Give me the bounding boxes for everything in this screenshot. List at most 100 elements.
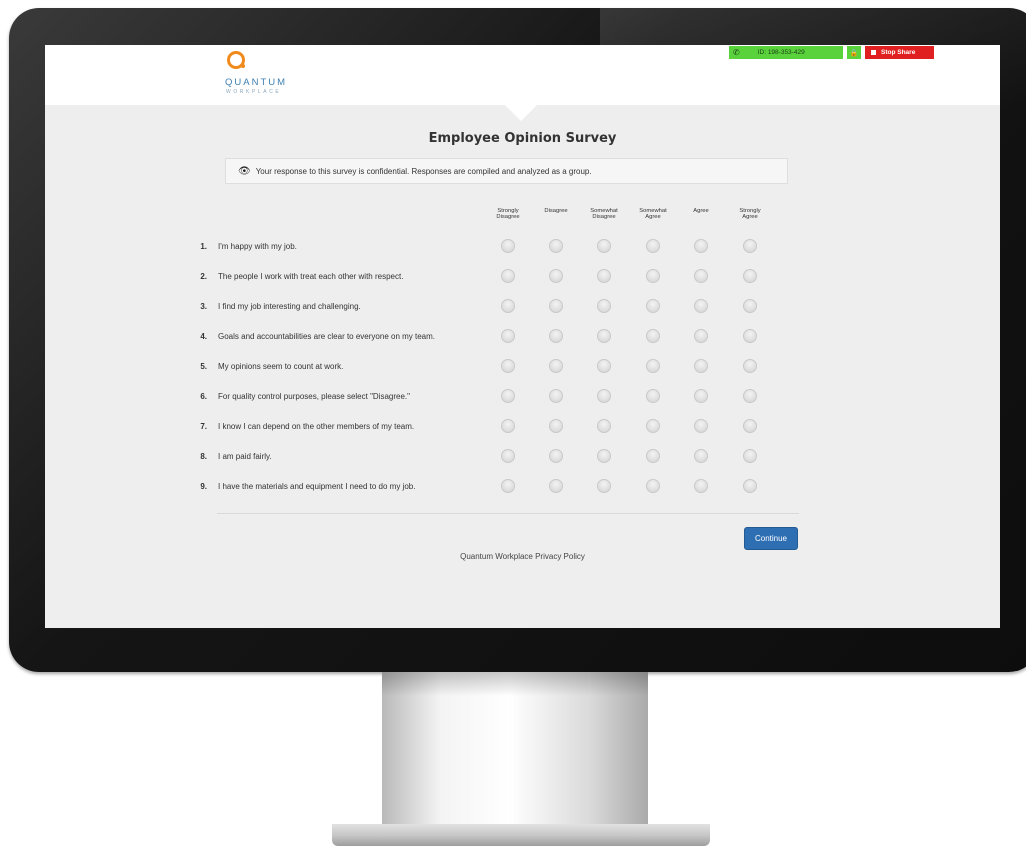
- stop-icon: [871, 50, 876, 55]
- question-row: 3. I find my job interesting and challeng…: [195, 297, 835, 317]
- question-number: 9.: [200, 482, 207, 491]
- rating-radio-0[interactable]: [501, 329, 515, 343]
- app-header: QUANTUM WORKPLACE ✆ ID: 198-353-429 🔒 St…: [45, 45, 1000, 105]
- question-number: 5.: [200, 362, 207, 371]
- logo-wordmark: QUANTUM: [225, 77, 288, 88]
- rating-radio-0[interactable]: [501, 449, 515, 463]
- rating-radio-2[interactable]: [597, 449, 611, 463]
- rating-radio-0[interactable]: [501, 479, 515, 493]
- rating-radio-4[interactable]: [694, 449, 708, 463]
- rating-radio-2[interactable]: [597, 299, 611, 313]
- quantum-workplace-logo[interactable]: QUANTUM WORKPLACE: [225, 49, 315, 101]
- rating-radio-1[interactable]: [549, 449, 563, 463]
- rating-radio-5[interactable]: [743, 329, 757, 343]
- rating-radio-2[interactable]: [597, 359, 611, 373]
- rating-radio-3[interactable]: [646, 389, 660, 403]
- rating-radio-2[interactable]: [597, 239, 611, 253]
- rating-radio-1[interactable]: [549, 329, 563, 343]
- rating-radio-4[interactable]: [694, 299, 708, 313]
- rating-radio-3[interactable]: [646, 239, 660, 253]
- logo-dot-icon: [241, 64, 245, 68]
- rating-radio-0[interactable]: [501, 389, 515, 403]
- question-text: My opinions seem to count at work.: [218, 362, 344, 371]
- question-text: I am paid fairly.: [218, 452, 272, 461]
- rating-radio-1[interactable]: [549, 299, 563, 313]
- rating-radio-5[interactable]: [743, 239, 757, 253]
- question-row: 1. I'm happy with my job.: [195, 237, 835, 257]
- rating-radio-2[interactable]: [597, 269, 611, 283]
- rating-radio-1[interactable]: [549, 479, 563, 493]
- rating-radio-1[interactable]: [549, 269, 563, 283]
- rating-radio-4[interactable]: [694, 269, 708, 283]
- rating-radio-1[interactable]: [549, 239, 563, 253]
- rating-radio-0[interactable]: [501, 269, 515, 283]
- question-number: 7.: [200, 422, 207, 431]
- rating-radio-5[interactable]: [743, 449, 757, 463]
- question-row: 5. My opinions seem to count at work.: [195, 357, 835, 377]
- rating-radio-4[interactable]: [694, 419, 708, 433]
- share-session-id: ✆ ID: 198-353-429: [729, 46, 843, 59]
- confidentiality-notice: 👁 Your response to this survey is confid…: [225, 158, 788, 184]
- question-text: I know I can depend on the other members…: [218, 422, 415, 431]
- stand-shadow: [382, 672, 648, 696]
- rating-radio-1[interactable]: [549, 359, 563, 373]
- survey-title: Employee Opinion Survey: [428, 131, 617, 146]
- question-number: 3.: [200, 302, 207, 311]
- rating-radio-5[interactable]: [743, 389, 757, 403]
- rating-radio-1[interactable]: [549, 419, 563, 433]
- question-row: 8. I am paid fairly.: [195, 447, 835, 467]
- scale-header-4: Agree: [693, 208, 709, 214]
- question-row: 7. I know I can depend on the other membe…: [195, 417, 835, 437]
- rating-radio-3[interactable]: [646, 359, 660, 373]
- stop-share-button[interactable]: Stop Share: [865, 46, 934, 59]
- screen-share-bar: ✆ ID: 198-353-429 🔒 Stop Share: [729, 46, 934, 59]
- rating-radio-4[interactable]: [694, 329, 708, 343]
- question-text: The people I work with treat each other …: [218, 272, 404, 281]
- question-text: I have the materials and equipment I nee…: [218, 482, 416, 491]
- rating-radio-3[interactable]: [646, 269, 660, 283]
- privacy-policy-link[interactable]: Quantum Workplace Privacy Policy: [45, 552, 1000, 561]
- header-pointer-notch: [505, 105, 537, 121]
- rating-radio-1[interactable]: [549, 389, 563, 403]
- question-text: I find my job interesting and challengin…: [218, 302, 361, 311]
- question-number: 2.: [200, 272, 207, 281]
- rating-radio-5[interactable]: [743, 299, 757, 313]
- rating-radio-2[interactable]: [597, 419, 611, 433]
- notice-text: Your response to this survey is confiden…: [255, 166, 592, 176]
- question-number: 8.: [200, 452, 207, 461]
- logo-subwordmark: WORKPLACE: [226, 89, 282, 95]
- footer-divider: [217, 513, 799, 514]
- phone-icon: ✆: [733, 48, 740, 57]
- question-row: 2. The people I work with treat each othe…: [195, 267, 835, 287]
- rating-radio-0[interactable]: [501, 299, 515, 313]
- lock-icon[interactable]: 🔒: [847, 46, 861, 59]
- rating-radio-2[interactable]: [597, 329, 611, 343]
- scale-header-3: Somewhat Agree: [639, 208, 667, 221]
- rating-radio-5[interactable]: [743, 419, 757, 433]
- session-id-label: ID: 198-353-429: [757, 49, 805, 56]
- rating-radio-4[interactable]: [694, 389, 708, 403]
- rating-radio-0[interactable]: [501, 239, 515, 253]
- rating-radio-4[interactable]: [694, 359, 708, 373]
- rating-radio-5[interactable]: [743, 479, 757, 493]
- rating-radio-5[interactable]: [743, 269, 757, 283]
- rating-radio-3[interactable]: [646, 299, 660, 313]
- continue-button[interactable]: Continue: [744, 527, 798, 550]
- rating-radio-4[interactable]: [694, 479, 708, 493]
- eye-icon: 👁: [238, 165, 251, 177]
- rating-radio-4[interactable]: [694, 239, 708, 253]
- rating-radio-0[interactable]: [501, 419, 515, 433]
- question-number: 4.: [200, 332, 207, 341]
- rating-radio-0[interactable]: [501, 359, 515, 373]
- question-text: For quality control purposes, please sel…: [218, 392, 410, 401]
- rating-radio-2[interactable]: [597, 389, 611, 403]
- monitor-screen: QUANTUM WORKPLACE ✆ ID: 198-353-429 🔒 St…: [45, 45, 1000, 628]
- scale-header-1: Disagree: [544, 208, 568, 214]
- question-number: 6.: [200, 392, 207, 401]
- rating-radio-3[interactable]: [646, 479, 660, 493]
- rating-radio-3[interactable]: [646, 329, 660, 343]
- rating-radio-2[interactable]: [597, 479, 611, 493]
- rating-radio-5[interactable]: [743, 359, 757, 373]
- rating-radio-3[interactable]: [646, 449, 660, 463]
- rating-radio-3[interactable]: [646, 419, 660, 433]
